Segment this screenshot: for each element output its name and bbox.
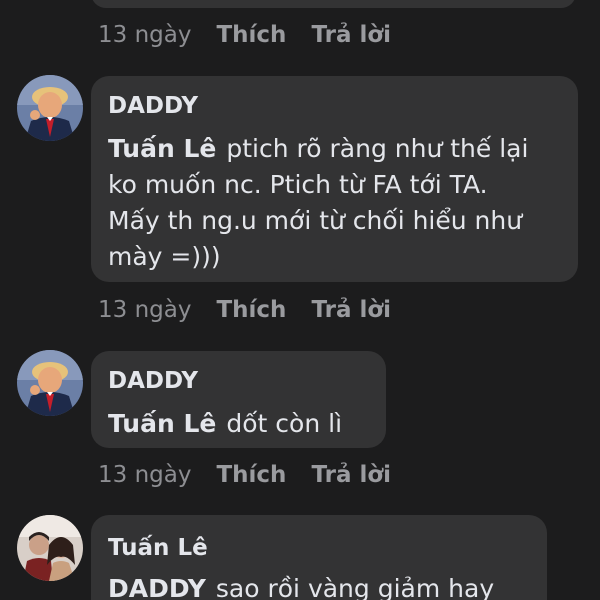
comment-text-line: mày =))) [108,242,221,271]
like-button[interactable]: Thích [216,462,286,488]
reply-button[interactable]: Trả lời [311,22,391,48]
comment-text-line: Mấy th ng.u mới từ chối hiểu như [108,206,523,235]
comment-author[interactable]: DADDY [108,91,198,121]
like-button[interactable]: Thích [216,297,286,323]
comment-bubble: Tuấn Lê DADDY sao rồi vàng giảm hay [91,515,547,600]
comment-text-line: ptich rõ ràng như thế lại [226,134,529,163]
reply-button[interactable]: Trả lời [311,462,391,488]
comment-author[interactable]: Tuấn Lê [108,533,208,563]
comment-author[interactable]: DADDY [108,366,198,396]
comment-meta: 13 ngày Thích Trả lời [98,460,391,490]
reply-button[interactable]: Trả lời [311,297,391,323]
comment-time: 13 ngày [98,462,192,488]
comment-bubble-partial [91,0,576,8]
comment-bubble: DADDY Tuấn Lê ptich rõ ràng như thế lại k… [91,76,578,282]
mention-tag[interactable]: Tuấn Lê [108,134,216,163]
comment-text-line: ko muốn nc. Ptich từ FA tới TA. [108,170,488,199]
like-button[interactable]: Thích [216,22,286,48]
comment-body: Tuấn Lê ptich rõ ràng như thế lại ko muốn… [108,131,568,275]
avatar[interactable] [17,515,83,581]
comment-meta: 13 ngày Thích Trả lời [98,295,391,325]
comment-thread: 13 ngày Thích Trả lời DADDY Tuấn Lê ptich… [0,0,600,600]
comment-time: 13 ngày [98,297,192,323]
avatar[interactable] [17,75,83,141]
mention-tag[interactable]: Tuấn Lê [108,409,216,438]
comment-bubble: DADDY Tuấn Lê dốt còn lì [91,351,386,448]
comment-body: DADDY sao rồi vàng giảm hay [108,571,494,600]
comment-text: sao rồi vàng giảm hay [215,574,495,600]
comment-time: 13 ngày [98,22,192,48]
avatar[interactable] [17,350,83,416]
comment-text: dốt còn lì [226,409,343,438]
mention-tag[interactable]: DADDY [108,574,206,600]
comment-meta: 13 ngày Thích Trả lời [98,20,391,50]
comment-body: Tuấn Lê dốt còn lì [108,406,342,442]
